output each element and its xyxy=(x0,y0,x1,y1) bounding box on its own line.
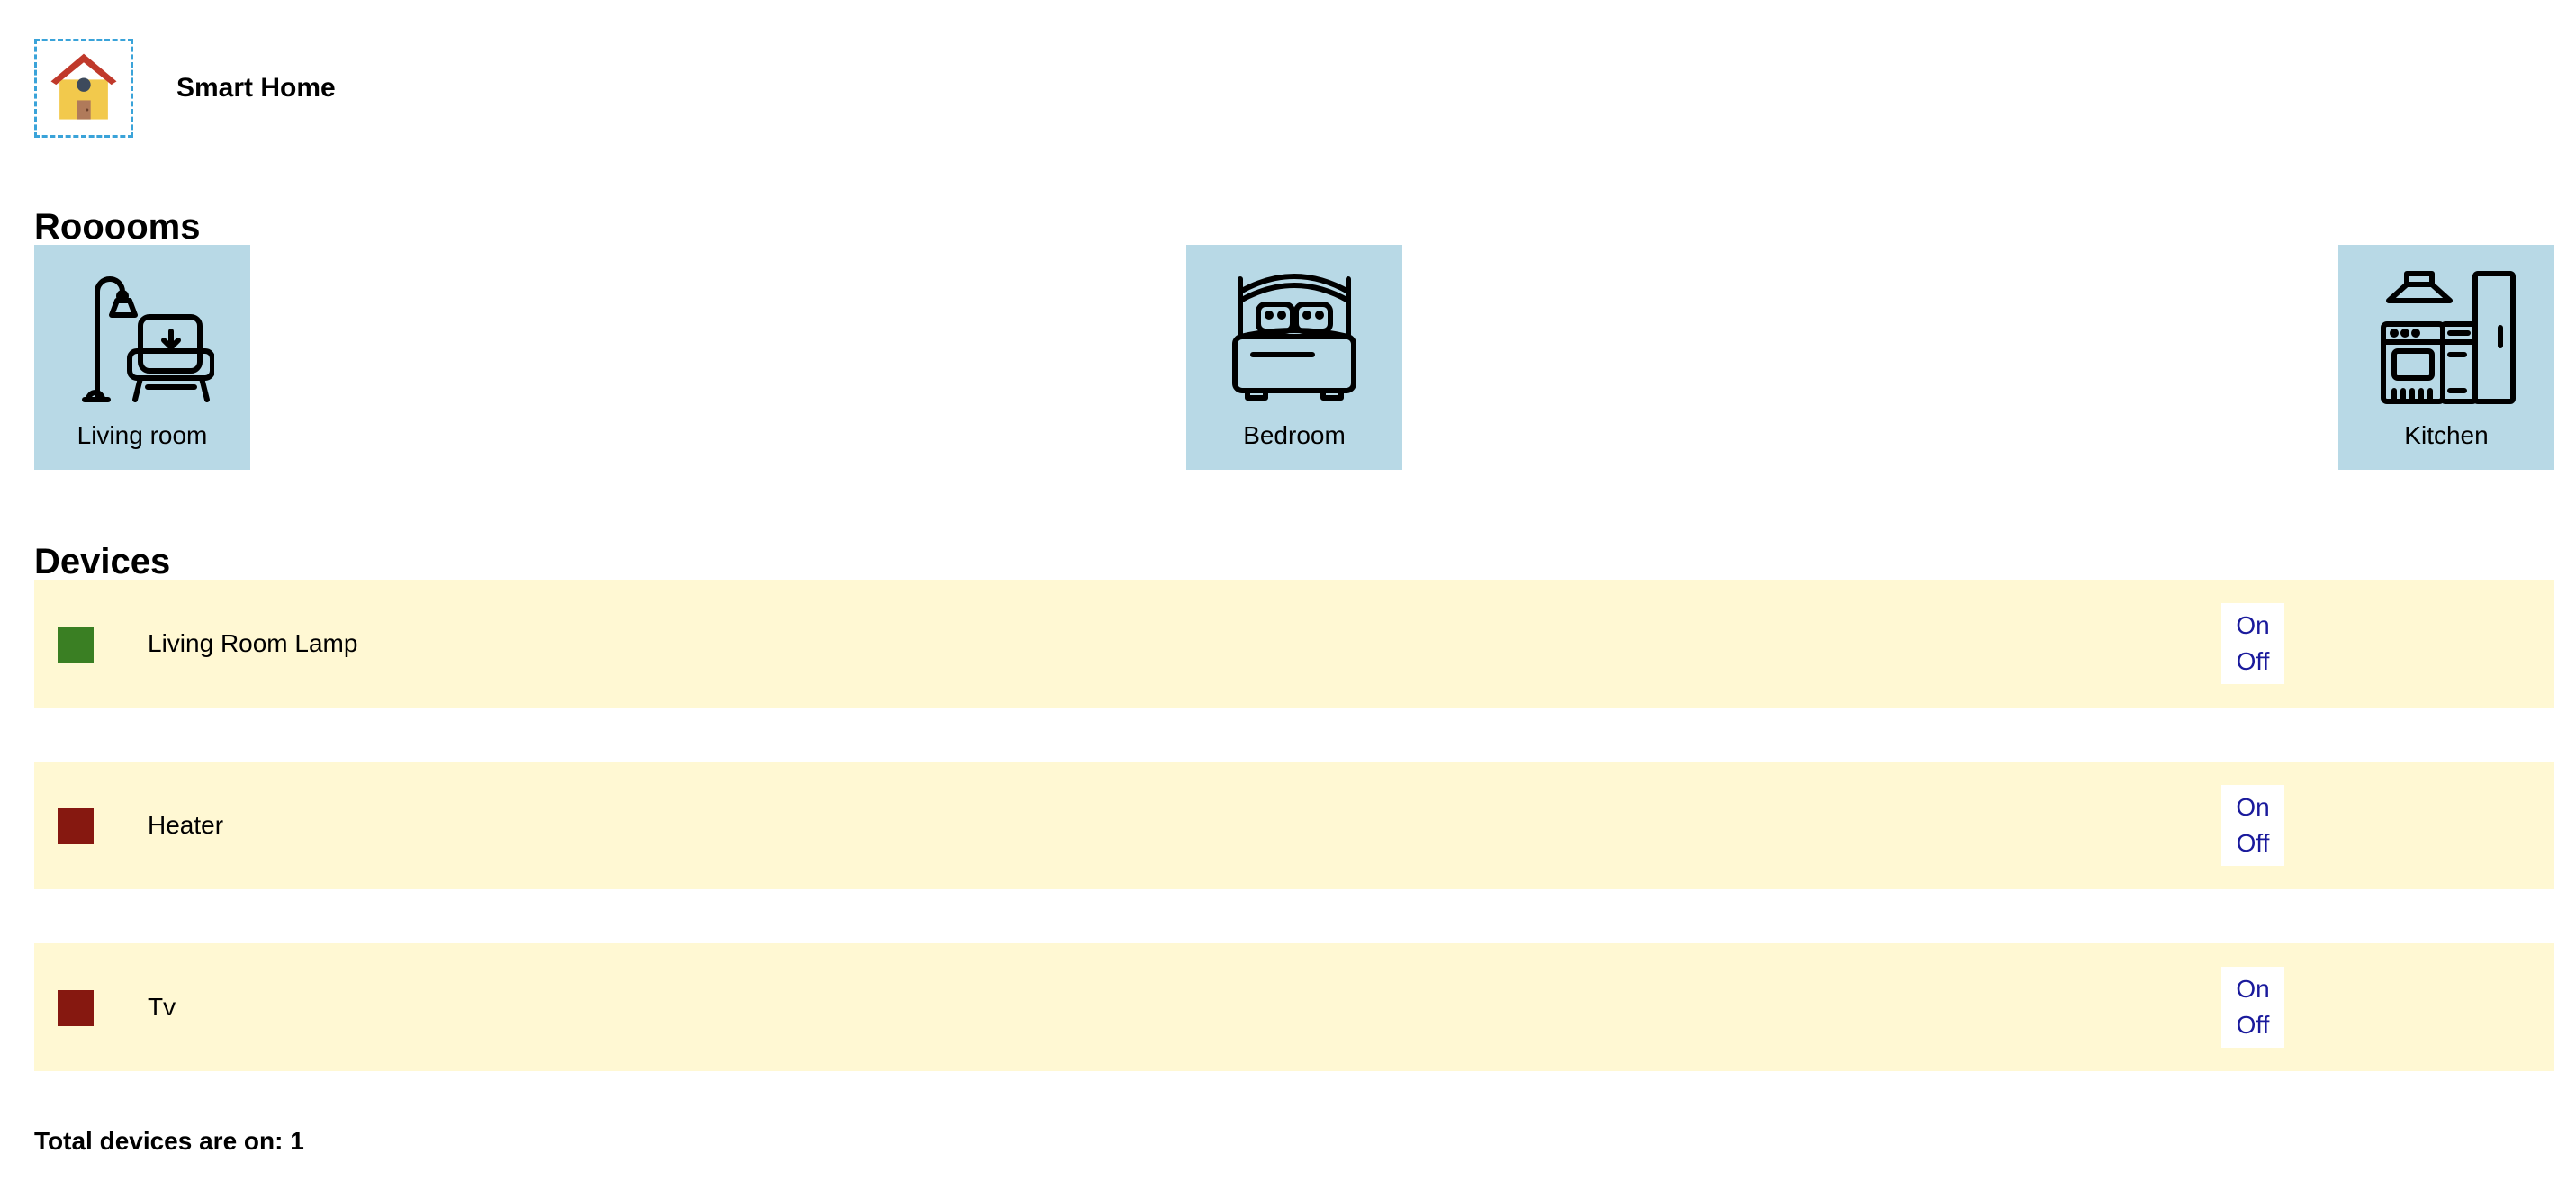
total-devices-on: Total devices are on: 1 xyxy=(34,1127,304,1155)
device-row-heater: Heater On Off xyxy=(34,762,2554,889)
device-toggle: On Off xyxy=(2221,785,2284,866)
rooms-heading: Rooooms xyxy=(34,207,201,247)
device-status-indicator xyxy=(58,627,94,663)
living-room-icon xyxy=(82,276,214,402)
off-button[interactable]: Off xyxy=(2237,825,2270,861)
device-name: Heater xyxy=(148,811,224,839)
room-label: Bedroom xyxy=(1243,421,1346,449)
kitchen-icon xyxy=(2381,271,2516,404)
smart-home-page: Smart Home Rooooms Living room Bedroom K… xyxy=(0,0,2576,1199)
device-status-indicator xyxy=(58,808,94,844)
device-toggle: On Off xyxy=(2221,967,2284,1048)
room-card-bedroom[interactable]: Bedroom xyxy=(1186,245,1402,470)
devices-heading: Devices xyxy=(34,542,171,581)
off-button[interactable]: Off xyxy=(2237,1007,2270,1043)
on-button[interactable]: On xyxy=(2236,971,2269,1007)
device-name: Tv xyxy=(148,993,176,1021)
room-label: Kitchen xyxy=(2404,421,2489,449)
on-button[interactable]: On xyxy=(2236,789,2269,825)
device-row-tv: Tv On Off xyxy=(34,943,2554,1071)
device-name: Living Room Lamp xyxy=(148,629,358,657)
devices-list: Living Room Lamp On Off Heater On Off Tv… xyxy=(34,580,2554,1125)
house-icon[interactable] xyxy=(34,39,133,138)
on-button[interactable]: On xyxy=(2236,608,2269,644)
device-row-living-room-lamp: Living Room Lamp On Off xyxy=(34,580,2554,708)
rooms-list: Living room Bedroom Kitchen xyxy=(34,245,2554,470)
room-card-kitchen[interactable]: Kitchen xyxy=(2338,245,2554,470)
room-label: Living room xyxy=(77,421,208,449)
room-card-living-room[interactable]: Living room xyxy=(34,245,250,470)
device-toggle: On Off xyxy=(2221,603,2284,684)
device-status-indicator xyxy=(58,990,94,1026)
bed-icon xyxy=(1232,274,1356,401)
app-header: Smart Home xyxy=(34,34,336,142)
off-button[interactable]: Off xyxy=(2237,644,2270,680)
app-title: Smart Home xyxy=(176,73,336,103)
